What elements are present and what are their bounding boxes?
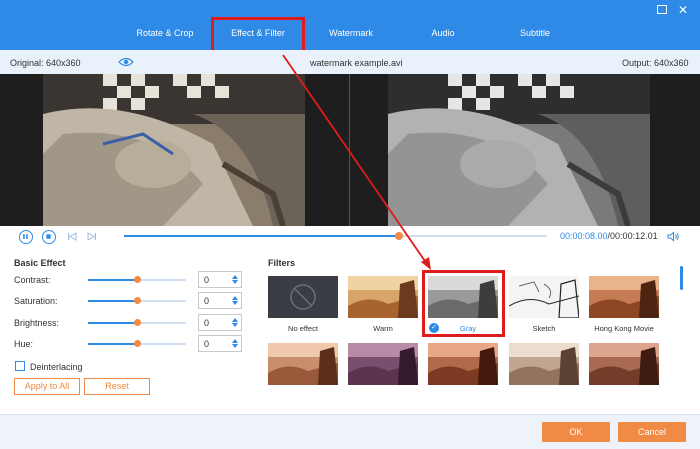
- deinterlacing-checkbox[interactable]: [15, 361, 25, 371]
- pause-button[interactable]: [19, 230, 33, 244]
- filter-thumbnail[interactable]: [589, 343, 659, 385]
- brightness-slider[interactable]: [88, 319, 186, 326]
- decrement-icon[interactable]: [232, 344, 238, 348]
- saturation-slider-fill: [88, 300, 137, 302]
- timeline-handle[interactable]: [394, 232, 403, 240]
- total-time: /00:00:12.01: [607, 231, 658, 241]
- contrast-slider[interactable]: [88, 276, 186, 283]
- tab-audio[interactable]: Audio: [426, 28, 460, 38]
- saturation-stepper[interactable]: 0: [198, 292, 242, 309]
- filter-no-effect[interactable]: [268, 276, 338, 318]
- original-preview: [43, 74, 305, 226]
- reset-button[interactable]: Reset: [84, 378, 150, 395]
- contrast-slider-fill: [88, 279, 137, 281]
- tab-rotate-crop[interactable]: Rotate & Crop: [132, 28, 198, 38]
- output-preview: [388, 74, 650, 226]
- apply-to-all-button[interactable]: Apply to All: [14, 378, 80, 395]
- close-icon[interactable]: ✕: [677, 4, 689, 16]
- output-resolution: Output: 640x360: [622, 58, 689, 68]
- timeline-progress: [124, 235, 399, 237]
- pause-icon: [23, 234, 28, 239]
- top-bar: [0, 0, 700, 50]
- stop-icon: [46, 234, 51, 239]
- timecode: 00:00:08.00/00:00:12.01: [560, 231, 658, 241]
- saturation-slider[interactable]: [88, 297, 186, 304]
- stop-button[interactable]: [42, 230, 56, 244]
- hue-slider-fill: [88, 343, 137, 345]
- contrast-value: 0: [204, 275, 210, 285]
- contrast-stepper[interactable]: 0: [198, 271, 242, 288]
- filter-thumbnail[interactable]: [428, 343, 498, 385]
- filter-label-hong-kong-movie: Hong Kong Movie: [594, 324, 654, 333]
- file-name: watermark example.avi: [310, 58, 403, 68]
- filter-thumbnail[interactable]: [348, 343, 418, 385]
- next-frame-icon[interactable]: [87, 231, 97, 242]
- deinterlacing-label: Deinterlacing: [30, 362, 83, 372]
- filter-sketch[interactable]: [509, 276, 579, 318]
- original-resolution: Original: 640x360: [10, 58, 81, 68]
- hue-stepper[interactable]: 0: [198, 335, 242, 352]
- active-tab-highlight: [211, 17, 305, 53]
- brightness-value: 0: [204, 318, 210, 328]
- previous-frame-icon[interactable]: [67, 231, 77, 242]
- hue-slider-handle[interactable]: [133, 340, 141, 347]
- filter-label-sketch: Sketch: [532, 324, 556, 333]
- filter-warm[interactable]: [348, 276, 418, 318]
- decrement-icon[interactable]: [232, 323, 238, 327]
- saturation-slider-handle[interactable]: [133, 297, 141, 304]
- basic-effect-title: Basic Effect: [14, 258, 66, 268]
- maximize-icon[interactable]: [657, 5, 667, 14]
- cancel-button[interactable]: Cancel: [618, 422, 686, 442]
- volume-icon[interactable]: [667, 231, 680, 242]
- filter-hong-kong-movie[interactable]: [589, 276, 659, 318]
- current-time: 00:00:08.00: [560, 231, 608, 241]
- increment-icon[interactable]: [232, 318, 238, 322]
- filter-label-warm: Warm: [373, 324, 393, 333]
- saturation-label: Saturation:: [14, 296, 58, 306]
- preview-divider: [349, 74, 350, 226]
- increment-icon[interactable]: [232, 296, 238, 300]
- saturation-value: 0: [204, 296, 210, 306]
- filters-scrollbar[interactable]: [680, 266, 683, 290]
- playback-timeline[interactable]: [124, 232, 547, 240]
- info-bar: Original: 640x360 watermark example.avi …: [0, 50, 700, 74]
- increment-icon[interactable]: [232, 275, 238, 279]
- hue-value: 0: [204, 339, 210, 349]
- brightness-slider-fill: [88, 322, 137, 324]
- ok-button[interactable]: OK: [542, 422, 610, 442]
- contrast-label: Contrast:: [14, 275, 51, 285]
- brightness-label: Brightness:: [14, 318, 60, 328]
- selected-filter-highlight: [422, 270, 505, 337]
- no-effect-icon: [290, 284, 316, 310]
- decrement-icon[interactable]: [232, 301, 238, 305]
- filter-label-no-effect: No effect: [288, 324, 318, 333]
- filters-title: Filters: [268, 258, 296, 268]
- contrast-slider-handle[interactable]: [133, 276, 141, 283]
- tab-watermark[interactable]: Watermark: [322, 28, 380, 38]
- decrement-icon[interactable]: [232, 280, 238, 284]
- tab-subtitle[interactable]: Subtitle: [515, 28, 555, 38]
- brightness-stepper[interactable]: 0: [198, 314, 242, 331]
- filter-thumbnail[interactable]: [268, 343, 338, 385]
- increment-icon[interactable]: [232, 339, 238, 343]
- preview-eye-icon[interactable]: [118, 57, 134, 67]
- hue-slider[interactable]: [88, 340, 186, 347]
- hue-label: Hue:: [14, 339, 34, 349]
- filter-thumbnail[interactable]: [509, 343, 579, 385]
- brightness-slider-handle[interactable]: [133, 319, 141, 326]
